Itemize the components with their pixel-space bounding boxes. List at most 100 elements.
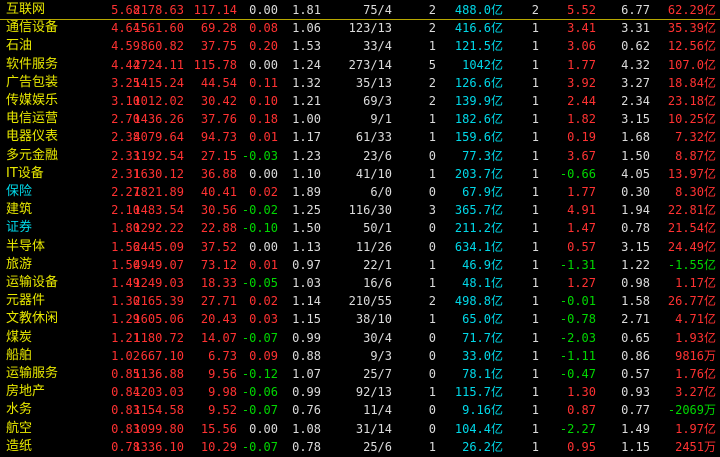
cell-days: 1 (531, 294, 539, 309)
cell-d3: 3.06 (567, 39, 596, 54)
cell-amount: 77.3亿 (462, 148, 503, 163)
cell-price: 4079.64 (133, 130, 184, 145)
cell-days: 1 (531, 367, 539, 381)
table-row[interactable]: 房地产 0.84 1203.03 9.98 -0.06 0.99 92/13 1 115.7亿 1… (0, 383, 720, 401)
cell-chg: 30.42 (200, 94, 237, 108)
table-row[interactable]: 元器件 1.30 2165.39 27.71 0.02 1.14 210/55 2 498.8亿… (0, 292, 720, 310)
cell-turn: 0.65 (621, 330, 650, 345)
table-row[interactable]: 煤炭 1.21 1180.72 14.07 -0.07 0.99 30/4 0 71.7亿 1 -2… (0, 329, 720, 347)
cell-turn: 2.34 (621, 94, 650, 108)
sector-name: 运输设备 (6, 275, 59, 290)
table-row[interactable]: 多元金融 2.33 1192.54 27.15 -0.03 1.23 23/6 0 77.3亿 1… (0, 147, 720, 165)
cell-updown: 41/10 (355, 166, 392, 181)
sector-name: 石油 (6, 38, 33, 54)
cell-speed: 0.11 (249, 75, 278, 90)
table-row[interactable]: 广告包装 3.25 1415.24 44.54 0.11 1.32 35/13 2 126.6亿… (0, 74, 720, 92)
cell-chg: 73.12 (200, 257, 237, 272)
cell-net: 8.87亿 (675, 148, 716, 163)
table-row[interactable]: 水务 0.83 1154.58 9.52 -0.07 0.76 11/4 0 9.16亿 1 0.8… (0, 401, 720, 419)
table-row[interactable]: 保险 2.27 1821.89 40.41 0.02 1.89 6/0 0 67.9亿 1 1.77… (0, 183, 720, 201)
cell-turn: 0.57 (621, 367, 650, 381)
table-row[interactable]: 软件服务 4.44 2724.11 115.78 0.00 1.24 273/14 5 1042… (0, 56, 720, 74)
cell-d3: 3.41 (567, 21, 596, 36)
table-row[interactable]: 航空 0.83 1099.80 15.56 0.00 1.08 31/14 0 104.4亿 1-… (0, 420, 720, 438)
cell-ratio: 0.76 (292, 403, 321, 418)
cell-chg: 9.56 (208, 367, 237, 381)
cell-amount: 33.0亿 (462, 348, 503, 363)
table-row[interactable]: 旅游 1.50 4949.07 73.12 0.01 0.97 22/1 1 46.9亿 1 -1.… (0, 256, 720, 274)
cell-speed: 0.02 (249, 185, 278, 199)
cell-speed: -0.05 (241, 276, 278, 290)
sector-name: 软件服务 (6, 56, 59, 72)
cell-d3: 2.44 (567, 94, 596, 108)
cell-ratio: 0.99 (292, 385, 321, 400)
cell-lead: 0 (428, 403, 436, 418)
table-row[interactable]: 石油 4.59 860.82 37.75 0.20 1.53 33/4 1 121.5亿 1 3.0… (0, 37, 720, 55)
cell-d3: 1.82 (567, 112, 596, 127)
table-row[interactable]: 通信设备 4.64 1561.60 69.28 0.08 1.06 123/13 2 416.6… (0, 19, 720, 37)
cell-chg: 14.07 (200, 330, 237, 345)
table-row[interactable]: 文教休闲 1.29 1605.06 20.43 0.03 1.15 38/10 1 65.0亿 1… (0, 310, 720, 328)
cell-turn: 2.71 (621, 312, 650, 327)
sector-name: 文教休闲 (6, 311, 59, 327)
cell-turn: 4.32 (621, 57, 650, 72)
cell-price: 1630.12 (133, 166, 184, 181)
cell-days: 1 (531, 385, 539, 400)
cell-ratio: 1.08 (292, 421, 321, 436)
table-row[interactable]: 电器仪表 2.38 4079.64 94.73 0.01 1.17 61/33 1 159.6亿… (0, 128, 720, 146)
table-row[interactable]: 证券 1.80 1292.22 22.88 -0.10 1.50 50/1 0 211.2亿 1 1… (0, 219, 720, 237)
table-row[interactable]: 造纸 0.78 1336.10 10.29 -0.07 0.78 25/6 1 26.2亿 1 0.… (0, 438, 720, 456)
cell-d3: 0.87 (567, 403, 596, 418)
cell-updown: 75/4 (363, 3, 392, 17)
cell-speed: 0.00 (249, 3, 278, 17)
cell-speed: 0.01 (249, 130, 278, 145)
cell-lead: 0 (428, 348, 436, 363)
cell-ratio: 1.17 (292, 130, 321, 145)
cell-ratio: 1.13 (292, 239, 321, 254)
cell-ratio: 1.03 (292, 276, 321, 290)
cell-d3: 0.95 (567, 439, 596, 454)
sector-name: 旅游 (6, 256, 33, 272)
cell-net: 22.81亿 (667, 203, 716, 218)
cell-net: 23.18亿 (667, 94, 716, 108)
sector-name: 煤炭 (6, 329, 33, 345)
cell-net: 18.84亿 (667, 75, 716, 90)
table-row[interactable]: 建筑 2.10 1483.54 30.56 -0.02 1.25 116/30 3 365.7亿… (0, 201, 720, 219)
table-row[interactable]: 传媒娱乐 3.10 1012.02 30.42 0.10 1.21 69/3 2 139.9亿 1… (0, 92, 720, 110)
cell-amount: 416.6亿 (454, 21, 503, 36)
table-row[interactable]: 船舶 1.02 667.10 6.73 0.09 0.88 9/3 0 33.0亿 1 -1.11 0… (0, 347, 720, 365)
cell-amount: 365.7亿 (454, 203, 503, 218)
cell-lead: 1 (428, 257, 436, 272)
cell-price: 1136.88 (133, 367, 184, 381)
cell-d3: 1.47 (567, 221, 596, 236)
cell-ratio: 1.06 (292, 21, 321, 36)
table-row[interactable]: 运输设备 1.49 1249.03 18.33 -0.05 1.03 16/6 1 48.1亿 1… (0, 274, 720, 292)
cell-chg: 37.76 (200, 112, 237, 127)
cell-d3: -0.66 (559, 166, 596, 181)
cell-net: 4.71亿 (675, 312, 716, 327)
cell-net: 13.97亿 (667, 166, 716, 181)
cell-lead: 2 (428, 21, 436, 36)
table-row[interactable]: 电信运营 2.70 1436.26 37.76 0.18 1.00 9/1 1 182.6亿 1 1… (0, 110, 720, 128)
cell-days: 1 (531, 439, 539, 454)
cell-amount: 78.1亿 (462, 367, 503, 381)
table-row[interactable]: 运输服务 0.85 1136.88 9.56 -0.12 1.07 25/7 0 78.1亿 1-… (0, 365, 720, 383)
sector-name: 广告包装 (6, 74, 59, 90)
table-row[interactable]: IT设备 2.31 1630.12 36.88 0.00 1.10 41/10 1 203.7亿… (0, 165, 720, 183)
cell-d3: -1.31 (559, 257, 596, 272)
cell-d3: 1.77 (567, 185, 596, 199)
cell-d3: 4.91 (567, 203, 596, 218)
cell-d3: 1.77 (567, 57, 596, 72)
cell-amount: 26.2亿 (462, 439, 503, 454)
table-row[interactable]: 半导体 1.56 2445.09 37.52 0.00 1.13 11/26 0 634.1亿 1… (0, 238, 720, 256)
cell-net: 1.97亿 (675, 421, 716, 436)
cell-price: 1180.72 (133, 330, 184, 345)
cell-days: 1 (531, 148, 539, 163)
cell-ratio: 1.25 (292, 203, 321, 218)
cell-updown: 33/4 (363, 39, 392, 54)
table-row[interactable]: 互联网 5.68 2178.63 117.14 0.00 1.81 75/4 2 488.0亿 2… (0, 1, 720, 20)
cell-turn: 3.27 (621, 75, 650, 90)
cell-d3: 3.67 (567, 148, 596, 163)
cell-turn: 0.62 (621, 39, 650, 54)
cell-days: 1 (531, 403, 539, 418)
